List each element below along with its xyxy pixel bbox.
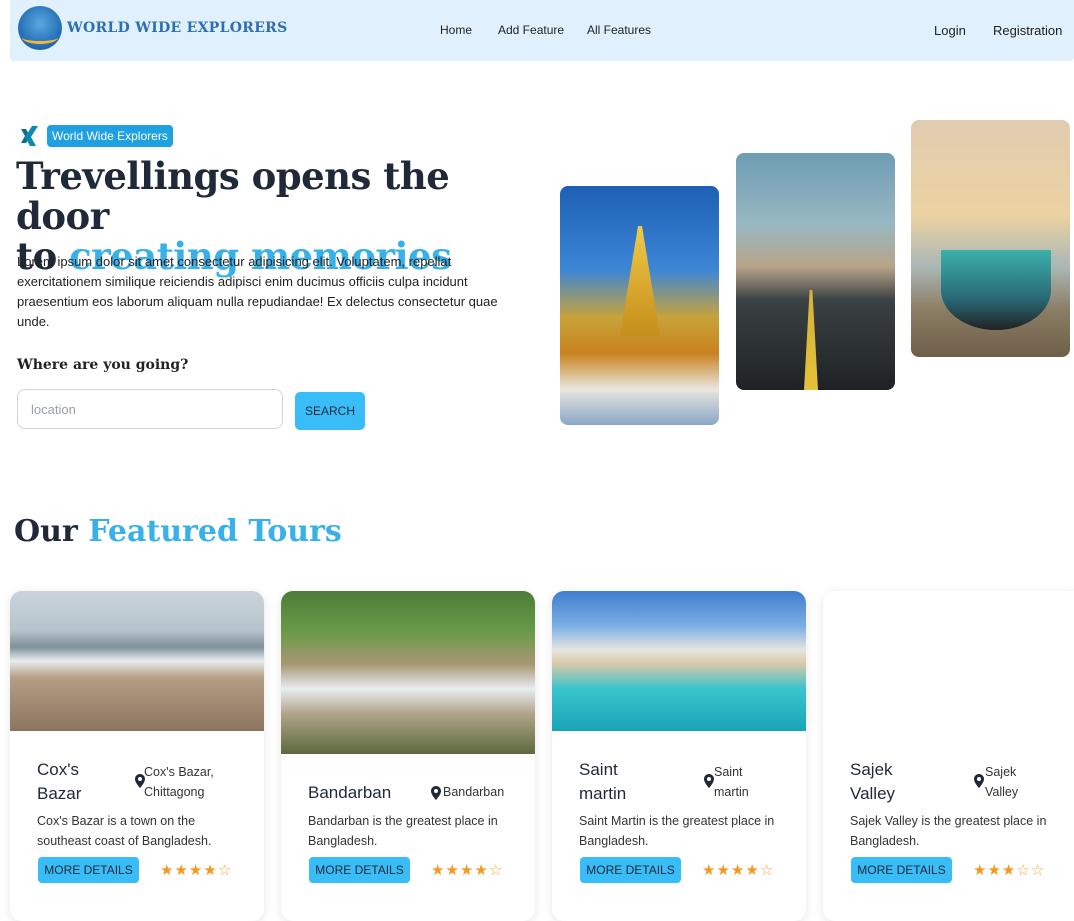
tour-name: Sajek Valley xyxy=(850,760,896,803)
more-details-button[interactable]: MORE DETAILS xyxy=(38,857,139,883)
tour-image xyxy=(10,591,264,731)
hero-photo-boat xyxy=(911,120,1070,357)
more-details-button[interactable]: MORE DETAILS xyxy=(309,857,410,883)
tour-image xyxy=(281,591,535,754)
brand-logo-icon[interactable] xyxy=(18,6,62,50)
navbar: WORLD WIDE EXPLORERS Home Add Feature Al… xyxy=(10,0,1074,61)
star-empty-icon: ☆ xyxy=(488,861,504,879)
star-filled-icon: ★ xyxy=(474,861,489,879)
star-filled-icon: ★ xyxy=(431,861,446,879)
star-filled-icon: ★ xyxy=(459,861,475,879)
star-filled-icon: ★ xyxy=(1001,861,1017,879)
tour-location: Sajek Valley xyxy=(985,765,1019,799)
featured-title-prefix: Our xyxy=(14,514,89,549)
tour-card-saint-martin[interactable]: Saint martin Saint martin Saint Martin i… xyxy=(552,591,806,921)
star-filled-icon: ★ xyxy=(174,861,189,879)
hero-badge: World Wide Explorers xyxy=(47,125,173,147)
star-filled-icon: ★ xyxy=(188,861,204,879)
nav-link-all-features[interactable]: All Features xyxy=(587,23,651,37)
tour-name: Saint martin xyxy=(579,760,627,803)
star-filled-icon: ★ xyxy=(203,861,218,879)
where-label: Where are you going? xyxy=(17,357,189,373)
location-input[interactable] xyxy=(17,389,283,429)
tour-card-coxs-bazar[interactable]: Cox's Bazar Cox's Bazar, Chittagong Cox'… xyxy=(10,591,264,921)
tour-card-sajek-valley[interactable]: Sajek Valley Sajek Valley Sajek Valley i… xyxy=(823,591,1074,921)
tour-description: Saint Martin is the greatest place in Ba… xyxy=(579,814,775,848)
brand-name[interactable]: WORLD WIDE EXPLORERS xyxy=(67,20,288,36)
star-filled-icon: ★ xyxy=(973,861,988,879)
rating-stars: ★★★★☆ xyxy=(702,861,774,879)
hero-title-line1: Trevellings opens the door xyxy=(16,154,450,238)
tour-card-bandarban[interactable]: Bandarban Bandarban Bandarban is the gre… xyxy=(281,591,535,921)
star-filled-icon: ★ xyxy=(730,861,746,879)
tour-image xyxy=(552,591,806,731)
featured-title: Our Featured Tours xyxy=(14,514,342,549)
tour-description: Bandarban is the greatest place in Bangl… xyxy=(308,814,498,848)
more-details-button[interactable]: MORE DETAILS xyxy=(580,857,681,883)
tour-description: Cox's Bazar is a town on the southeast c… xyxy=(37,814,212,848)
hero-photo-road xyxy=(736,153,895,390)
featured-title-accent: Featured Tours xyxy=(88,514,342,549)
star-filled-icon: ★ xyxy=(745,861,760,879)
star-empty-icon: ☆ xyxy=(759,861,775,879)
tour-name: Bandarban xyxy=(308,783,392,802)
star-filled-icon: ★ xyxy=(716,861,731,879)
hero-photo-pagoda xyxy=(560,186,719,425)
star-empty-icon: ☆ xyxy=(1016,861,1031,879)
location-pin-icon xyxy=(704,774,714,788)
login-link[interactable]: Login xyxy=(934,23,966,38)
rating-stars: ★★★☆☆ xyxy=(973,861,1045,879)
tour-location: Bandarban xyxy=(443,785,505,799)
star-filled-icon: ★ xyxy=(445,861,460,879)
tour-image xyxy=(823,591,1074,731)
location-pin-icon xyxy=(431,786,441,800)
tour-location: Saint martin xyxy=(714,765,749,799)
star-filled-icon: ★ xyxy=(160,861,175,879)
nav-link-add-feature[interactable]: Add Feature xyxy=(498,23,564,37)
rating-stars: ★★★★☆ xyxy=(431,861,503,879)
rating-stars: ★★★★☆ xyxy=(160,861,232,879)
star-filled-icon: ★ xyxy=(987,861,1002,879)
nav-link-home[interactable]: Home xyxy=(440,23,472,37)
search-button[interactable]: SEARCH xyxy=(295,392,365,430)
tour-description: Sajek Valley is the greatest place in Ba… xyxy=(850,814,1047,848)
tour-name: Cox's Bazar xyxy=(37,760,82,803)
star-empty-icon: ☆ xyxy=(217,861,233,879)
star-empty-icon: ☆ xyxy=(1030,861,1046,879)
star-filled-icon: ★ xyxy=(702,861,717,879)
location-pin-icon xyxy=(974,774,984,788)
hero-paragraph: Lorem ipsum dolor sit amet consectetur a… xyxy=(17,254,498,329)
registration-link[interactable]: Registration xyxy=(993,23,1062,38)
tour-location: Cox's Bazar, Chittagong xyxy=(144,765,214,799)
xing-icon xyxy=(21,126,38,146)
more-details-button[interactable]: MORE DETAILS xyxy=(851,857,952,883)
